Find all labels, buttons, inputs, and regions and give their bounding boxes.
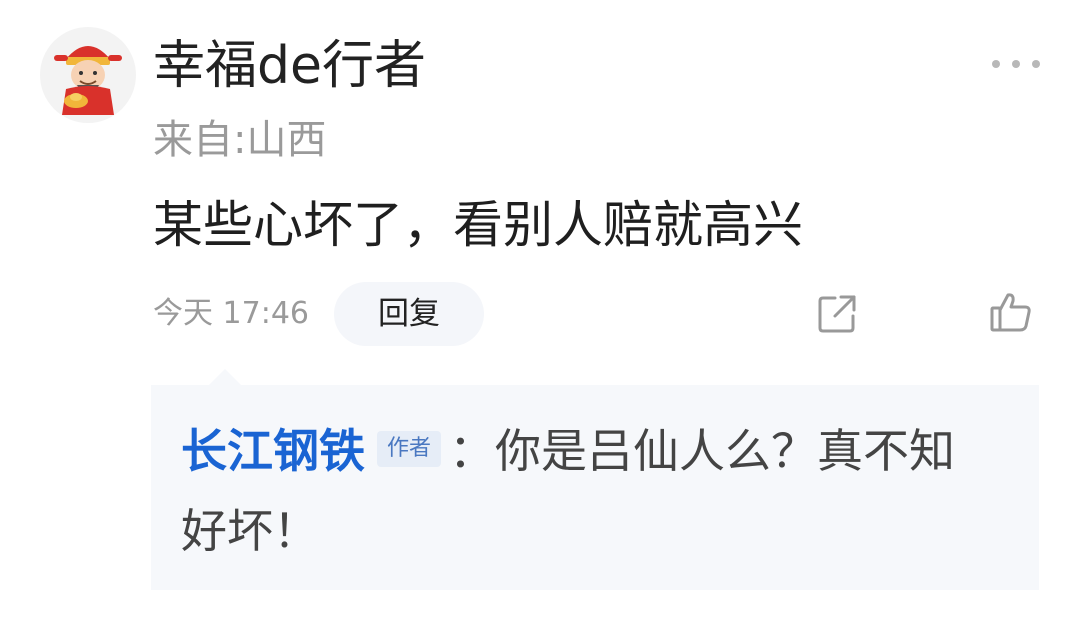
avatar[interactable] [40, 27, 136, 123]
timestamp: 今天 17:46 [153, 296, 309, 331]
thumbs-up-icon[interactable] [989, 290, 1033, 334]
reply-content: 长江钢铁 作者 ：你是吕仙人么？真不知好坏！ [181, 411, 981, 571]
more-dot [1012, 60, 1020, 68]
reply-thread: 长江钢铁 作者 ：你是吕仙人么？真不知好坏！ [151, 369, 1039, 590]
caishen-avatar-icon [54, 46, 122, 115]
comment-text: 某些心坏了，看别人赔就高兴 [153, 196, 803, 254]
share-icon[interactable] [815, 292, 859, 336]
more-dot [1032, 60, 1040, 68]
more-dot [992, 60, 1000, 68]
reply-button[interactable]: 回复 [334, 282, 484, 346]
location-label: 来自:山西 [153, 117, 327, 163]
username[interactable]: 幸福de行者 [153, 34, 426, 98]
more-dots-icon[interactable] [992, 52, 1040, 76]
author-badge: 作者 [377, 430, 442, 467]
reply-author[interactable]: 长江钢铁 [181, 424, 365, 478]
